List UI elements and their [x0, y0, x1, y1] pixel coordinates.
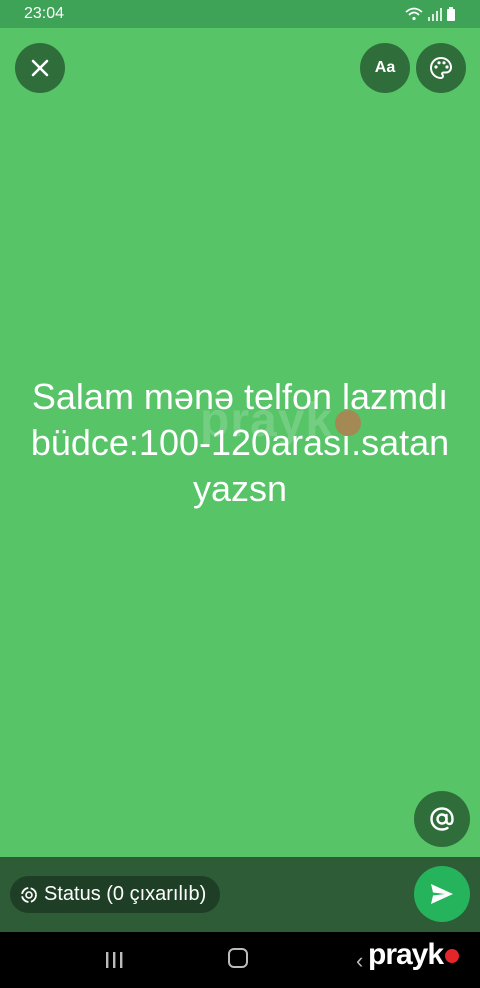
at-icon — [430, 807, 454, 831]
clock: 23:04 — [24, 5, 65, 22]
send-icon — [431, 884, 453, 904]
palette-icon — [429, 56, 453, 80]
close-icon — [31, 59, 49, 77]
system-icons — [405, 7, 455, 21]
audience-chip[interactable]: Status (0 çıxarılıb) — [10, 876, 221, 913]
signal-icon — [428, 8, 442, 21]
watermark-corner-text: prayk — [368, 938, 444, 971]
status-ring-icon — [21, 886, 37, 903]
battery-icon — [447, 7, 455, 21]
watermark-corner: prayk — [368, 938, 460, 972]
home-icon[interactable] — [228, 948, 248, 968]
recent-apps-icon[interactable] — [104, 951, 124, 969]
status-bar: 23:04 — [0, 0, 480, 28]
watermark-corner-dot — [445, 949, 460, 964]
font-button[interactable]: Aa — [360, 43, 410, 93]
audience-chip-label: Status (0 çıxarılıb) — [44, 883, 207, 905]
mention-button[interactable] — [414, 791, 470, 847]
back-icon[interactable]: ‹ — [356, 948, 363, 974]
color-button[interactable] — [416, 43, 466, 93]
send-button[interactable] — [414, 866, 470, 922]
font-button-label: Aa — [374, 59, 396, 76]
status-text[interactable]: Salam mənə telfon lazmdı büdce:100-120ar… — [20, 374, 460, 512]
wifi-icon — [405, 7, 423, 21]
close-button[interactable] — [15, 43, 65, 93]
